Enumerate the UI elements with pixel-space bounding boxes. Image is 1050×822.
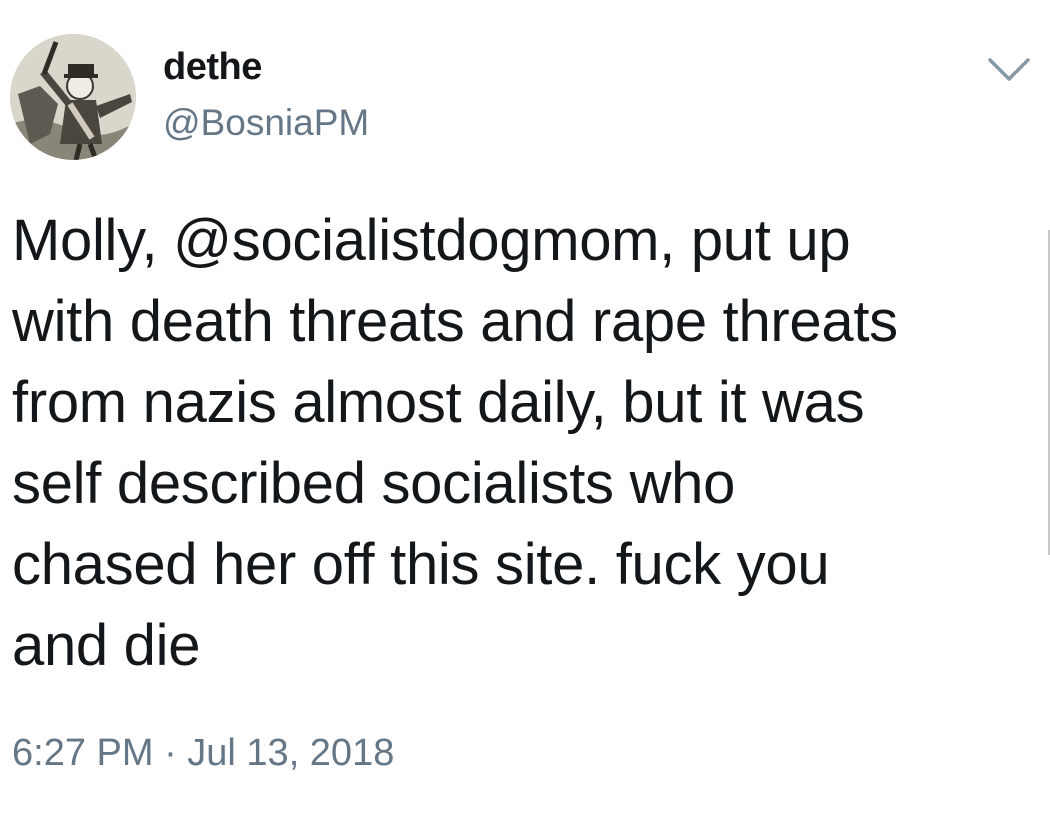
chevron-down-icon[interactable]: [984, 54, 1034, 86]
author-handle[interactable]: @BosniaPM: [163, 100, 369, 146]
tweet-text-line: from nazis almost daily, but it was: [12, 370, 865, 435]
tweet-card: dethe @BosniaPM Molly, @socialistdogmom,…: [0, 0, 1050, 822]
author-name[interactable]: dethe: [163, 44, 262, 90]
avatar[interactable]: [10, 34, 136, 160]
tweet-text: Molly, @socialistdogmom, put up with dea…: [12, 200, 1012, 686]
tweet-text-line: self described socialists who: [12, 451, 736, 516]
tweet-text-line: chased her off this site. fuck you: [12, 532, 830, 597]
tweet-text-line: with death threats and rape threats: [12, 289, 898, 354]
avatar-image: [10, 34, 136, 160]
tweet-text-line: Molly, @socialistdogmom, put up: [12, 208, 851, 273]
tweet-text-line: and die: [12, 613, 201, 678]
tweet-timestamp[interactable]: 6:27 PM · Jul 13, 2018: [12, 728, 394, 778]
